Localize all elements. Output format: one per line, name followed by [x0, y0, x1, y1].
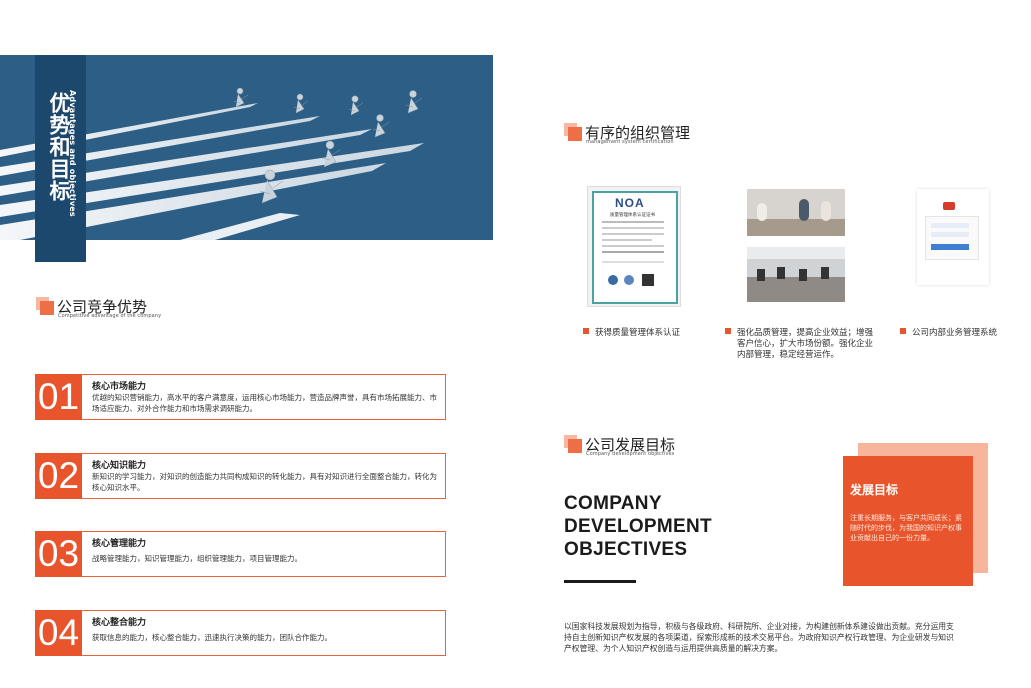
advantage-number: 04: [35, 610, 82, 656]
advantage-description: 新知识的学习能力，对知识的创造能力共同构成知识的转化能力，具有对知识进行全面整合…: [92, 472, 437, 492]
advantage-title: 核心知识能力: [92, 461, 147, 471]
advantage-title: 核心整合能力: [92, 618, 147, 628]
org-section-subtitle: management system certification: [586, 139, 674, 145]
section-marker-icon: [564, 435, 582, 453]
development-description: 以国家科技发展规划为指导，积极与各级政府、科研院所、企业对接，为构建创新体系建设…: [564, 622, 954, 653]
caption-certification: 获得质量管理体系认证: [583, 328, 723, 339]
advantage-number: 02: [35, 453, 82, 499]
section-subtitle: Competitive advantage of the company: [58, 313, 162, 319]
certificate-image: NOA 质量管理体系认证证书: [587, 186, 681, 307]
section-marker-icon: [36, 297, 54, 315]
advantage-title: 核心市场能力: [92, 382, 147, 392]
advantage-title: 核心管理能力: [92, 539, 147, 549]
advantage-description: 获取信息的能力，核心整合能力，迅速执行决策的能力，团队合作能力。: [92, 633, 332, 642]
login-system-screenshot: [917, 189, 989, 285]
dev-section-subtitle: Company development objectives: [586, 451, 675, 457]
side-tab-title: 优势和目标: [47, 92, 71, 202]
section-marker-icon: [564, 123, 582, 141]
side-tab-subtitle: Advantages and objectives: [68, 90, 77, 217]
certificate-logo: NOA: [615, 196, 645, 210]
advantage-number: 03: [35, 531, 82, 577]
meeting-photo: [747, 189, 845, 236]
advantage-card: 02 核心知识能力 新知识的学习能力，对知识的创造能力共同构成知识的转化能力，具…: [35, 453, 446, 499]
advantage-card: 04 核心整合能力 获取信息的能力，核心整合能力，迅速执行决策的能力，团队合作能…: [35, 610, 446, 656]
title-underline: [564, 580, 636, 583]
office-photo: [747, 247, 845, 302]
caption-quality: 强化品质管理，提高企业效益；增强客户信心，扩大市场份额。强化企业内部管理，稳定经…: [725, 328, 877, 361]
advantage-description: 战略管理能力，知识管理能力，组织管理能力，项目管理能力。: [92, 554, 302, 563]
advantage-description: 优越的知识营销能力，高水平的客户满意度，运用核心市场能力，营造品牌声誉，具有市场…: [92, 393, 437, 413]
goal-text: 注重长期服务，与客户共同成长；紧随时代的步伐，为我国的知识产权事业贡献出自己的一…: [850, 514, 962, 542]
advantage-card: 01 核心市场能力 优越的知识营销能力，高水平的客户满意度，运用核心市场能力，营…: [35, 374, 446, 420]
goal-title: 发展目标: [850, 483, 899, 497]
big-title: COMPANY DEVELOPMENT OBJECTIVES: [564, 493, 712, 560]
advantage-number: 01: [35, 374, 82, 420]
advantage-card: 03 核心管理能力 战略管理能力，知识管理能力，组织管理能力，项目管理能力。: [35, 531, 446, 577]
caption-system: 公司内部业务管理系统: [900, 328, 1010, 339]
certificate-heading: 质量管理体系认证证书: [610, 213, 655, 218]
